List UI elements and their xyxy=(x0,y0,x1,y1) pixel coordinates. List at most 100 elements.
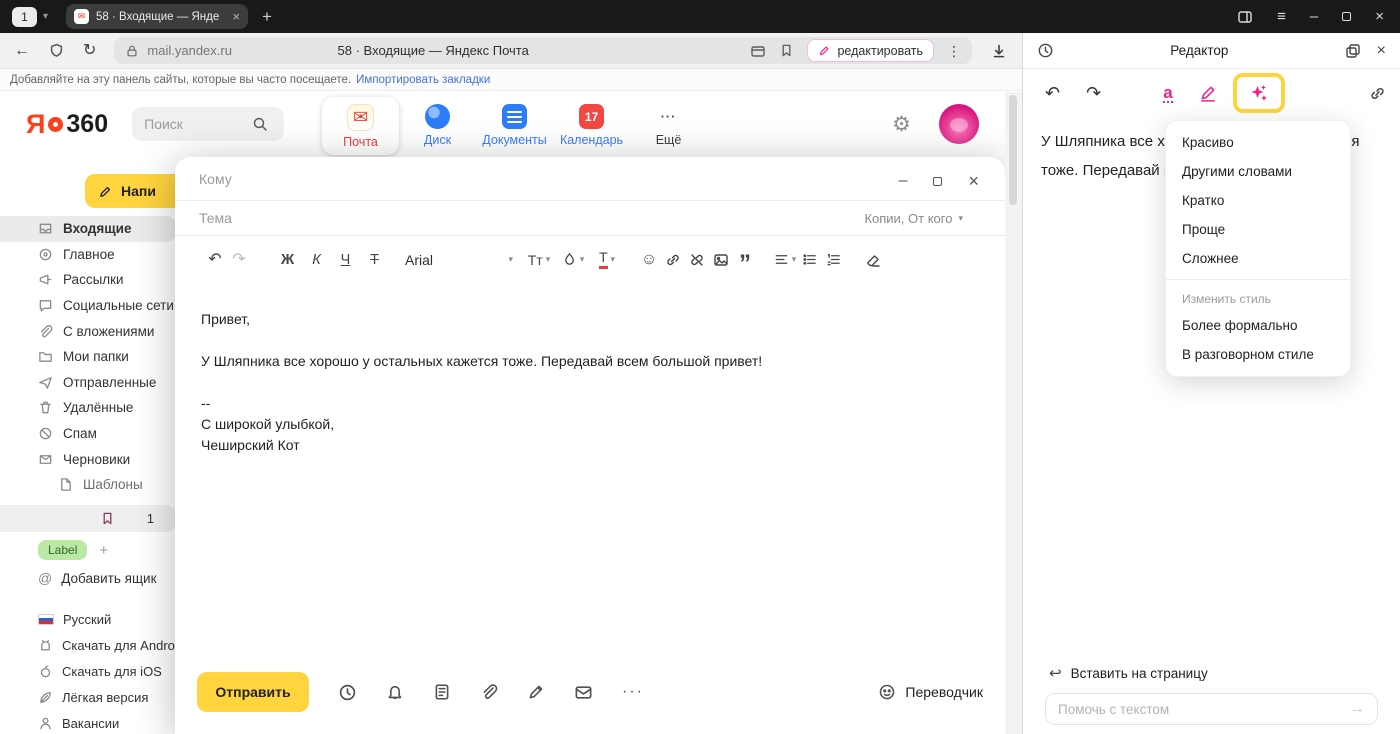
improve-text-button[interactable] xyxy=(1233,73,1285,113)
yandex-360-logo[interactable]: Я 360 xyxy=(26,109,108,140)
redo-button[interactable]: ↷ xyxy=(227,247,251,273)
compose-close-button[interactable]: × xyxy=(968,172,979,190)
signature-pen-icon[interactable] xyxy=(527,683,545,701)
copies-from-toggle[interactable]: Копии, От кого ▾ xyxy=(864,211,963,226)
search-box[interactable] xyxy=(132,107,284,141)
label-tag[interactable]: Label xyxy=(38,540,87,560)
kebab-menu-icon[interactable]: ⋮ xyxy=(947,44,961,58)
sidebar-item-social[interactable]: Социальные сети xyxy=(0,293,176,319)
subject-field[interactable]: Тема Копии, От кого ▾ xyxy=(175,201,1005,236)
edit-page-button[interactable]: редактировать xyxy=(807,39,934,62)
reload-icon[interactable]: ↻ xyxy=(83,43,96,59)
vacancies-link[interactable]: Вакансии xyxy=(38,710,176,734)
rewrite-pencil-icon[interactable] xyxy=(1199,84,1217,102)
sidebar-item-my-folders[interactable]: Мои папки xyxy=(0,344,176,370)
editor-undo-button[interactable]: ↶ xyxy=(1045,84,1060,102)
reminder-bell-icon[interactable] xyxy=(386,683,404,701)
spellcheck-icon[interactable]: a xyxy=(1163,84,1172,103)
import-bookmarks-link[interactable]: Импортировать закладки xyxy=(356,74,490,86)
editor-close-icon[interactable]: × xyxy=(1377,42,1386,60)
strikethrough-button[interactable]: Т xyxy=(360,252,389,268)
download-icon[interactable] xyxy=(990,42,1008,60)
compose-minimize-button[interactable]: – xyxy=(899,173,908,189)
add-mailbox-button[interactable]: @ Добавить ящик xyxy=(38,570,157,586)
clear-formatting-button[interactable] xyxy=(861,247,885,273)
sidebar-item-templates[interactable]: Шаблоны xyxy=(0,472,176,498)
bold-button[interactable]: Ж xyxy=(273,252,302,268)
font-size-select[interactable]: Тт▾ xyxy=(527,247,551,273)
avatar[interactable] xyxy=(939,104,979,144)
scrollbar-thumb[interactable] xyxy=(1009,95,1017,205)
italic-button[interactable]: К xyxy=(302,252,331,268)
insert-image-button[interactable] xyxy=(709,247,733,273)
submit-arrow-icon[interactable]: → xyxy=(1349,700,1365,718)
sidebar-item-inbox[interactable]: Входящие xyxy=(0,216,176,242)
menu-item-shorter[interactable]: Кратко xyxy=(1166,186,1350,215)
page-scrollbar[interactable] xyxy=(1005,92,1022,734)
compose-expand-button[interactable] xyxy=(933,177,942,186)
history-clock-icon[interactable] xyxy=(1037,42,1054,59)
search-icon[interactable] xyxy=(252,116,268,132)
search-input[interactable] xyxy=(144,116,244,132)
compose-body[interactable]: Привет, У Шляпника все хорошо у остальны… xyxy=(175,283,1005,456)
sidebar-item-newsletters[interactable]: Рассылки xyxy=(0,267,176,293)
numbered-list-button[interactable] xyxy=(821,247,845,273)
to-field[interactable]: Кому xyxy=(175,157,1005,201)
menu-item-other-words[interactable]: Другими словами xyxy=(1166,157,1350,186)
undo-button[interactable]: ↶ xyxy=(203,247,227,273)
menu-item-beautiful[interactable]: Красиво xyxy=(1166,128,1350,157)
insert-link-button[interactable] xyxy=(661,247,685,273)
link-icon[interactable] xyxy=(1369,85,1386,102)
compose-button[interactable]: Напи xyxy=(85,174,176,208)
align-button[interactable]: ▾ xyxy=(773,247,797,273)
envelope-icon[interactable] xyxy=(574,683,593,702)
service-tab-more[interactable]: ··· Ещё xyxy=(630,97,707,155)
font-family-select[interactable]: Arial ▾ xyxy=(405,252,513,268)
sidebar-item-drafts[interactable]: Черновики xyxy=(0,446,176,472)
sidebar-item-attachments[interactable]: С вложениями xyxy=(0,318,176,344)
service-tab-mail[interactable]: ✉ Почта xyxy=(322,97,399,155)
maximize-button[interactable] xyxy=(1342,12,1351,21)
service-tab-calendar[interactable]: 17 Календарь xyxy=(553,97,630,155)
back-icon[interactable]: ← xyxy=(14,43,30,59)
card-icon[interactable] xyxy=(750,43,766,59)
add-label-button[interactable]: + xyxy=(99,542,108,559)
sidebar-item-spam[interactable]: Спам xyxy=(0,421,176,447)
minimize-button[interactable]: – xyxy=(1310,9,1318,24)
download-ios-link[interactable]: Скачать для iOS xyxy=(38,659,176,685)
bullet-list-button[interactable] xyxy=(797,247,821,273)
sidebar-item-sent[interactable]: Отправленные xyxy=(0,370,176,396)
open-in-window-icon[interactable] xyxy=(1345,43,1361,59)
send-button[interactable]: Отправить xyxy=(197,672,309,712)
sidebar-item-main[interactable]: Главное xyxy=(0,242,176,268)
side-panel-icon[interactable] xyxy=(1237,9,1253,25)
browser-tab[interactable]: ✉ 58 · Входящие — Янде × xyxy=(66,4,248,29)
chevron-down-icon[interactable]: ▾ xyxy=(43,11,48,22)
address-bar[interactable]: mail.yandex.ru 58 · Входящие — Яндекс По… xyxy=(114,37,972,64)
new-tab-button[interactable]: + xyxy=(262,7,272,27)
underline-button[interactable]: Ч xyxy=(331,252,360,268)
menu-item-conversational[interactable]: В разговорном стиле xyxy=(1166,340,1350,369)
tab-group-chip[interactable]: 1 xyxy=(12,7,37,27)
service-tab-docs[interactable]: Документы xyxy=(476,97,553,155)
assist-input[interactable] xyxy=(1058,702,1341,717)
settings-gear-icon[interactable]: ⚙ xyxy=(892,112,911,137)
text-color-button[interactable]: Т ▾ xyxy=(595,247,619,273)
insert-to-page-button[interactable]: ↩ Вставить на страницу xyxy=(1049,664,1208,682)
schedule-clock-icon[interactable] xyxy=(338,683,357,702)
highlight-color-button[interactable]: ▾ xyxy=(561,247,585,273)
menu-item-simpler[interactable]: Проще xyxy=(1166,215,1350,244)
flagged-filter-row[interactable]: 1 xyxy=(0,505,176,532)
sidebar-item-trash[interactable]: Удалённые xyxy=(0,395,176,421)
browser-menu-icon[interactable]: ≡ xyxy=(1277,9,1286,24)
bookmark-icon[interactable] xyxy=(779,43,794,58)
close-button[interactable]: × xyxy=(1375,9,1384,24)
download-android-link[interactable]: Скачать для Andro xyxy=(38,633,176,659)
editor-redo-button[interactable]: ↷ xyxy=(1086,84,1101,102)
tab-close-icon[interactable]: × xyxy=(232,9,240,24)
emoji-button[interactable]: ☺ xyxy=(637,247,661,273)
blockquote-button[interactable]: ” xyxy=(733,247,757,273)
remove-link-button[interactable] xyxy=(685,247,709,273)
service-tab-disk[interactable]: Диск xyxy=(399,97,476,155)
light-version-link[interactable]: Лёгкая версия xyxy=(38,684,176,710)
